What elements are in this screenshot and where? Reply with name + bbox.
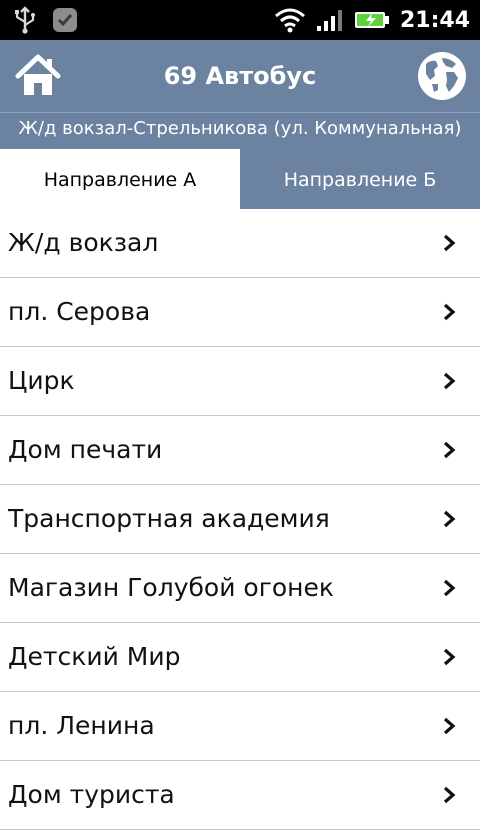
status-bar: 21:44	[0, 0, 480, 40]
stop-label: пл. Серова	[8, 297, 151, 326]
chevron-right-icon	[443, 717, 456, 735]
list-item[interactable]: пл. Ленина	[0, 692, 480, 761]
list-item[interactable]: Ж/д вокзал	[0, 209, 480, 278]
stop-label: Цирк	[8, 366, 75, 395]
list-item[interactable]: Магазин Голубой огонек	[0, 554, 480, 623]
globe-icon	[418, 52, 466, 100]
stop-label: Ж/д вокзал	[8, 228, 159, 257]
list-item[interactable]: пл. Серова	[0, 278, 480, 347]
status-left	[12, 6, 78, 34]
status-time: 21:44	[399, 7, 470, 33]
notification-app-icon	[53, 8, 77, 32]
stop-label: Магазин Голубой огонек	[8, 573, 334, 602]
chevron-right-icon	[443, 579, 456, 597]
usb-icon	[15, 6, 35, 34]
stop-label: Детский Мир	[8, 642, 181, 671]
stop-label: Транспортная академия	[8, 504, 330, 533]
chevron-right-icon	[443, 303, 456, 321]
stops-list: Ж/д вокзал пл. Серова Цирк Дом печати Тр…	[0, 209, 480, 830]
chevron-right-icon	[443, 510, 456, 528]
signal-icon	[316, 10, 342, 31]
chevron-right-icon	[443, 786, 456, 804]
chevron-right-icon	[443, 441, 456, 459]
page-title: 69 Автобус	[163, 62, 317, 90]
list-item[interactable]: Дом печати	[0, 416, 480, 485]
stop-label: Дом печати	[8, 435, 163, 464]
battery-charging-icon	[354, 12, 389, 28]
status-right: 21:44	[274, 0, 470, 40]
tab-direction-b[interactable]: Направление Б	[240, 149, 480, 209]
stop-label: Дом туриста	[8, 780, 175, 809]
stop-label: пл. Ленина	[8, 711, 155, 740]
direction-tabs: Направление А Направление Б	[0, 149, 480, 209]
chevron-right-icon	[443, 234, 456, 252]
route-name: Ж/д вокзал-Стрельникова (ул. Коммунальна…	[0, 113, 480, 149]
list-item[interactable]: Дом туриста	[0, 761, 480, 830]
list-item[interactable]: Транспортная академия	[0, 485, 480, 554]
chevron-right-icon	[443, 648, 456, 666]
tab-direction-a[interactable]: Направление А	[0, 149, 240, 209]
chevron-right-icon	[443, 372, 456, 390]
wifi-icon	[274, 8, 305, 33]
list-item[interactable]: Детский Мир	[0, 623, 480, 692]
list-item[interactable]: Цирк	[0, 347, 480, 416]
app-header: 69 Автобус	[0, 40, 480, 113]
map-button[interactable]	[416, 50, 468, 102]
